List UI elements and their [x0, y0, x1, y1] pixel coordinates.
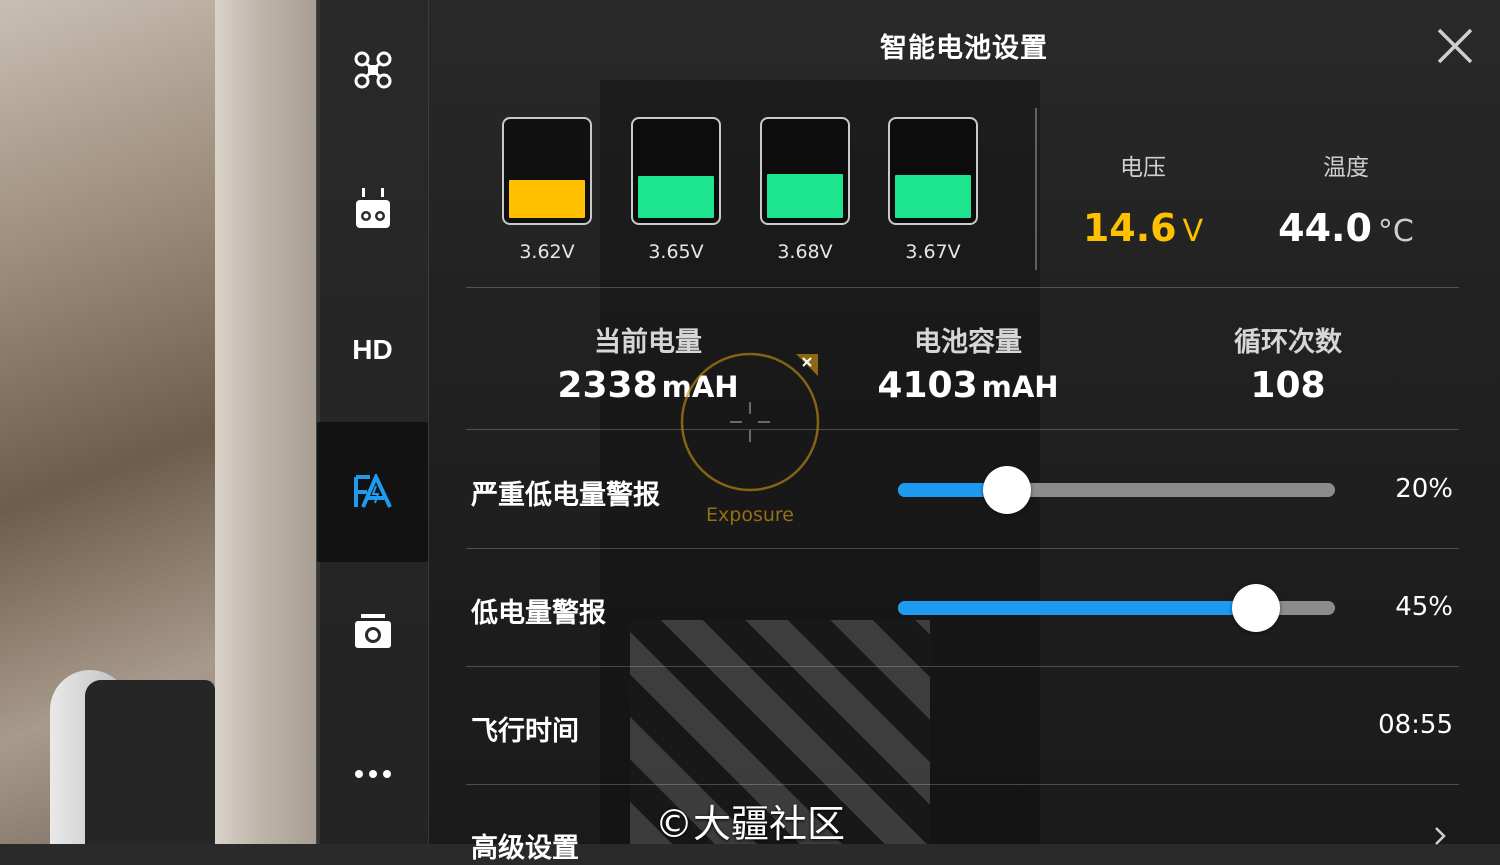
low-battery-slider[interactable]: [898, 584, 1335, 632]
flight-time-label: 飞行时间: [471, 716, 579, 747]
cell-gauge: [760, 117, 850, 225]
chevron-right-icon[interactable]: [1430, 826, 1450, 846]
hd-icon: HD: [352, 334, 393, 365]
low-battery-value: 45%: [1395, 592, 1453, 622]
critical-low-label: 严重低电量警报: [471, 480, 660, 511]
cell-voltage: 3.65V: [648, 241, 704, 263]
voltage-number: 14.6: [1082, 206, 1177, 250]
vertical-divider: [1035, 108, 1037, 270]
sidebar-item-remote[interactable]: [317, 140, 428, 280]
full-capacity-value: 4103 mAH: [818, 365, 1118, 406]
cell-level-fill: [895, 174, 971, 218]
camera-icon: [354, 614, 391, 648]
cell-gauge: [502, 117, 592, 225]
page-title: 智能电池设置: [880, 33, 1048, 64]
door-frame: [215, 0, 320, 844]
slider-fill: [898, 601, 1257, 615]
cell-voltage: 3.68V: [777, 241, 833, 263]
more-icon: [354, 770, 391, 778]
low-battery-label: 低电量警报: [471, 598, 606, 629]
battery-cell-2: 3.65V: [631, 117, 725, 263]
speaker: [85, 680, 215, 844]
battery-settings-panel: 智能电池设置 3.62V 3.65V 3.68V 3.67V 电压 14.6 V …: [428, 0, 1500, 864]
divider: [466, 287, 1459, 288]
cycle-count-value: 108: [1250, 365, 1326, 406]
full-capacity-label: 电池容量: [914, 327, 1022, 358]
divider: [466, 429, 1459, 430]
cell-level-fill: [767, 173, 843, 218]
battery-cell-3: 3.68V: [760, 117, 854, 263]
close-icon[interactable]: [1433, 24, 1477, 68]
sidebar-item-hd[interactable]: HD: [317, 280, 428, 420]
exposure-focus-ring[interactable]: [680, 352, 820, 492]
voltage-value: 14.6 V: [1058, 206, 1228, 250]
cycle-count-label: 循环次数: [1234, 327, 1342, 358]
sidebar-item-aircraft[interactable]: [317, 0, 428, 140]
temperature-label: 温度: [1323, 155, 1369, 181]
full-capacity-number: 4103: [877, 365, 978, 406]
sidebar-item-battery[interactable]: [317, 422, 428, 562]
flight-time-value: 08:55: [1378, 710, 1453, 740]
current-charge-number: 2338: [557, 365, 658, 406]
critical-low-value: 20%: [1395, 474, 1453, 504]
divider: [466, 548, 1459, 549]
temperature-value: 44.0 °C: [1261, 206, 1431, 250]
cell-gauge: [631, 117, 721, 225]
temperature-number: 44.0: [1278, 206, 1372, 250]
cell-gauge: [888, 117, 978, 225]
divider: [466, 666, 1459, 667]
critical-low-slider[interactable]: [898, 466, 1335, 514]
advanced-settings-label[interactable]: 高级设置: [471, 826, 579, 865]
battery-cell-4: 3.67V: [888, 117, 982, 263]
settings-sidebar: HD: [316, 0, 429, 844]
battery-settings-icon: [353, 474, 392, 508]
sidebar-item-camera[interactable]: [317, 562, 428, 702]
remote-controller-icon: [355, 188, 390, 228]
slider-thumb[interactable]: [1232, 584, 1281, 632]
voltage-unit: V: [1182, 214, 1204, 249]
cell-level-fill: [638, 175, 714, 218]
cell-voltage: 3.62V: [519, 241, 575, 263]
slider-thumb[interactable]: [983, 466, 1032, 514]
cell-voltage: 3.67V: [905, 241, 961, 263]
sidebar-item-more[interactable]: [317, 704, 428, 844]
divider: [466, 784, 1459, 785]
temperature-unit: °C: [1377, 214, 1414, 249]
voltage-label: 电压: [1120, 155, 1166, 181]
exposure-label: Exposure: [706, 504, 794, 526]
watermark: ©大疆社区: [655, 802, 846, 846]
full-capacity-unit: mAH: [981, 370, 1059, 404]
aircraft-icon: [354, 51, 391, 89]
cell-level-fill: [509, 180, 585, 218]
battery-cell-1: 3.62V: [502, 117, 596, 263]
